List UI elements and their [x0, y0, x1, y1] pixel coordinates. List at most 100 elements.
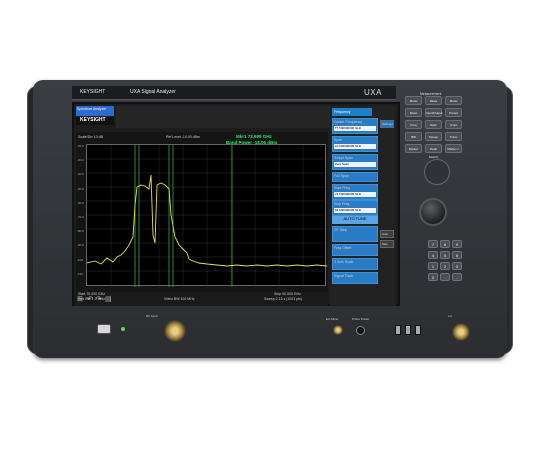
key-peak-search[interactable]: Peak Search [425, 144, 442, 159]
softkey-value[interactable]: 72.500000000 GHz [334, 192, 376, 197]
spectrum-plot[interactable]: Scale/Div 10 dB Ref Level -10.00 dBm Mkr… [76, 132, 328, 292]
mode-tab[interactable]: Spectrum Analyzer [76, 106, 114, 116]
softkey-stop-freq[interactable]: Stop Freq 82.500000000 GHz [332, 200, 378, 216]
display-screen: Spectrum Analyzer KEYSIGHT ⚙ Scale/Div 1… [72, 102, 400, 306]
marker-readout: Mkr1 73.695 GHz [236, 134, 272, 139]
num-key-0[interactable]: 0 [428, 273, 438, 281]
softkey-label: Freq Offset [334, 246, 352, 250]
usb-port-3[interactable] [415, 325, 421, 335]
windows-icon[interactable]: ⊞ [77, 296, 85, 304]
softkey-label: Span [334, 138, 343, 142]
num-key-9[interactable]: 9 [452, 240, 462, 248]
key-bw[interactable]: BW [405, 132, 422, 141]
softkey-label: X Axis Scale [334, 260, 354, 264]
redo-icon[interactable]: ↷ [96, 296, 104, 304]
softkey-x-axis-scale[interactable]: X Axis Scale [332, 258, 378, 270]
softkey-start-freq[interactable]: Start Freq 72.500000000 GHz [332, 184, 378, 200]
probe-power-port[interactable] [356, 326, 365, 335]
spectrum-trace-svg [86, 145, 328, 287]
undo-icon[interactable]: ↶ [87, 296, 95, 304]
softkey-label: Signal Track [334, 274, 354, 278]
softkey-label: Full Span [334, 174, 349, 178]
softkey-menu-header[interactable]: Frequency [332, 108, 372, 116]
key-grid: Mode Meas Mode Setup Meas Setup Input/Ou… [405, 96, 467, 159]
auto-tune-button[interactable]: AUTO TUNE [332, 216, 378, 224]
file-icon[interactable]: ▤ [105, 296, 113, 304]
softkey-label: CF Step [334, 228, 347, 232]
rotary-knob[interactable] [419, 198, 447, 226]
softkey-swept-span[interactable]: Swept Span Zero Span [332, 154, 378, 170]
instrument-title: UXA Signal Analyzer [130, 89, 176, 95]
y-axis-label: -40.0 [77, 172, 84, 177]
num-key-4[interactable]: 4 [428, 251, 438, 259]
ext-mixer-connector[interactable] [333, 325, 343, 335]
usb-port-2[interactable] [405, 325, 411, 335]
y-axis-label: -50.0 [77, 186, 84, 191]
lo-label: LO [448, 314, 453, 318]
lo-connector[interactable] [452, 323, 470, 341]
key-meas[interactable]: Meas [425, 96, 442, 105]
softkey-span[interactable]: Span 10.000000000 GHz [332, 136, 378, 152]
key-marker[interactable]: Marker [405, 144, 422, 153]
num-key-8[interactable]: 8 [440, 240, 450, 248]
num-key-1[interactable]: 1 [428, 262, 438, 270]
rf-input-label: RF Input [146, 314, 158, 318]
settings-side-tab[interactable]: Settings [380, 120, 394, 128]
key-span[interactable]: Span [425, 120, 442, 129]
softkey-value[interactable]: 77.500000000 GHz [334, 126, 376, 131]
key-marker-to[interactable]: Marker-> [445, 144, 462, 153]
softkey-cf-step[interactable]: CF Step [332, 226, 378, 242]
ref-level-label: Ref Level -10.00 dBm [166, 135, 200, 139]
rf-input-connector[interactable] [164, 320, 186, 342]
top-bezel: KEYSIGHT UXA Signal Analyzer UXA [72, 86, 396, 100]
key-preset[interactable]: Preset [445, 108, 462, 117]
spectrum-graph[interactable] [86, 144, 328, 287]
key-meas-setup[interactable]: Meas Setup [405, 108, 422, 123]
sweep-label: Sweep 2.13 s (1001 pts) [264, 297, 302, 301]
key-sweep[interactable]: Sweep [425, 132, 442, 141]
y-axis-label: -90.0 [77, 243, 84, 248]
softkey-label: Center Frequency [334, 120, 363, 124]
vbw-label: Video BW 100 MHz [164, 297, 195, 301]
softkey-signal-track[interactable]: Signal Track [332, 272, 378, 284]
num-key-2[interactable]: 2 [440, 262, 450, 270]
auto-toggle[interactable]: Auto [380, 230, 394, 238]
power-button[interactable] [97, 324, 111, 334]
num-key-3[interactable]: 3 [452, 262, 462, 270]
softkey-full-span[interactable]: Full Span [332, 172, 378, 182]
key-mode-setup[interactable]: Mode Setup [445, 96, 462, 111]
brand-logo: KEYSIGHT [80, 89, 106, 95]
num-key-5[interactable]: 5 [440, 251, 450, 259]
key-trace[interactable]: Trace [445, 132, 462, 141]
status-led [121, 327, 125, 331]
softkey-freq-offset[interactable]: Freq Offset [332, 244, 378, 256]
softkey-value[interactable]: 82.500000000 GHz [334, 208, 376, 213]
softkey-center-frequency[interactable]: Center Frequency 77.500000000 GHz [332, 118, 378, 134]
num-key-dot[interactable]: . [440, 273, 450, 281]
y-axis-label: -80.0 [77, 229, 84, 234]
stop-freq-label: Stop 90.000 GHz [274, 292, 301, 296]
y-axis-label: -70.0 [77, 215, 84, 219]
arrow-pad[interactable] [424, 159, 450, 185]
model-label: UXA [364, 88, 382, 97]
key-input-output[interactable]: Input/Output [425, 108, 443, 117]
usb-port-1[interactable] [395, 325, 401, 335]
softkey-value[interactable]: 10.000000000 GHz [334, 144, 376, 149]
softkey-label: Stop Freq [334, 202, 350, 206]
key-ampt[interactable]: Ampt [445, 120, 462, 129]
key-freq[interactable]: Freq [405, 120, 422, 129]
ext-mixer-label: Ext Mixer [326, 317, 339, 321]
softkey-label: Swept Span [334, 156, 353, 160]
key-mode[interactable]: Mode [405, 96, 422, 105]
softkey-value[interactable]: Zero Span [334, 162, 376, 167]
num-key-minus[interactable]: - [452, 273, 462, 281]
y-axis-label: -110 [77, 271, 83, 276]
num-key-7[interactable]: 7 [428, 240, 438, 248]
y-axis-label: -30.0 [77, 158, 84, 163]
scale-label: Scale/Div 10 dB [78, 135, 103, 139]
numeric-keypad: 7 8 9 4 5 6 1 2 3 0 . - [428, 240, 468, 290]
screen-logo: KEYSIGHT [76, 117, 114, 125]
manual-toggle[interactable]: Man [380, 240, 394, 248]
y-axis-label: -100 [77, 257, 84, 262]
num-key-6[interactable]: 6 [452, 251, 462, 259]
